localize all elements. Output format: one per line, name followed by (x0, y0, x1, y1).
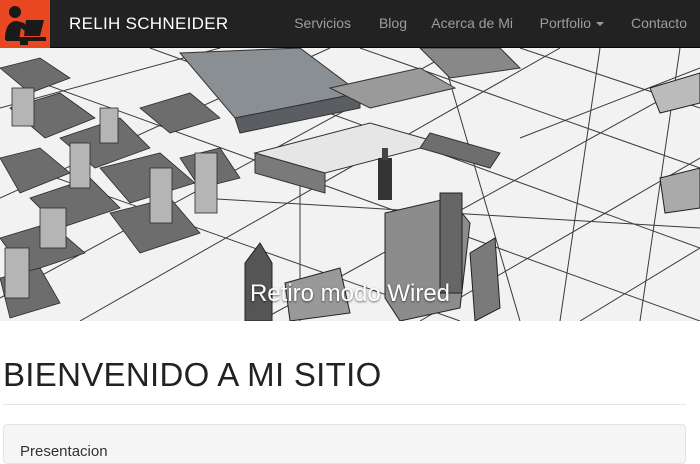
site-brand-link[interactable]: RELIH SCHNEIDER (69, 14, 228, 34)
page-title: BIENVENIDO A MI SITIO (3, 356, 382, 393)
person-at-laptop-icon (5, 6, 46, 45)
presentation-panel: Presentacion (3, 424, 686, 464)
panel-title: Presentacion (20, 443, 108, 460)
nav-item-acerca[interactable]: Acerca de Mi (431, 15, 513, 31)
nav-item-contacto[interactable]: Contacto (631, 15, 687, 31)
hero-carousel[interactable]: Retiro modo Wired (0, 48, 700, 321)
site-logo[interactable] (0, 0, 50, 48)
hero-caption: Retiro modo Wired (249, 280, 451, 307)
heading-divider (3, 404, 686, 405)
nav-item-blog[interactable]: Blog (379, 15, 407, 31)
nav-item-portfolio-label: Portfolio (539, 15, 591, 31)
top-navbar: RELIH SCHNEIDER Servicios Blog Acerca de… (0, 0, 700, 48)
caret-down-icon (596, 22, 604, 27)
nav-item-servicios[interactable]: Servicios (294, 15, 351, 31)
nav-item-portfolio[interactable]: Portfolio (540, 15, 604, 31)
